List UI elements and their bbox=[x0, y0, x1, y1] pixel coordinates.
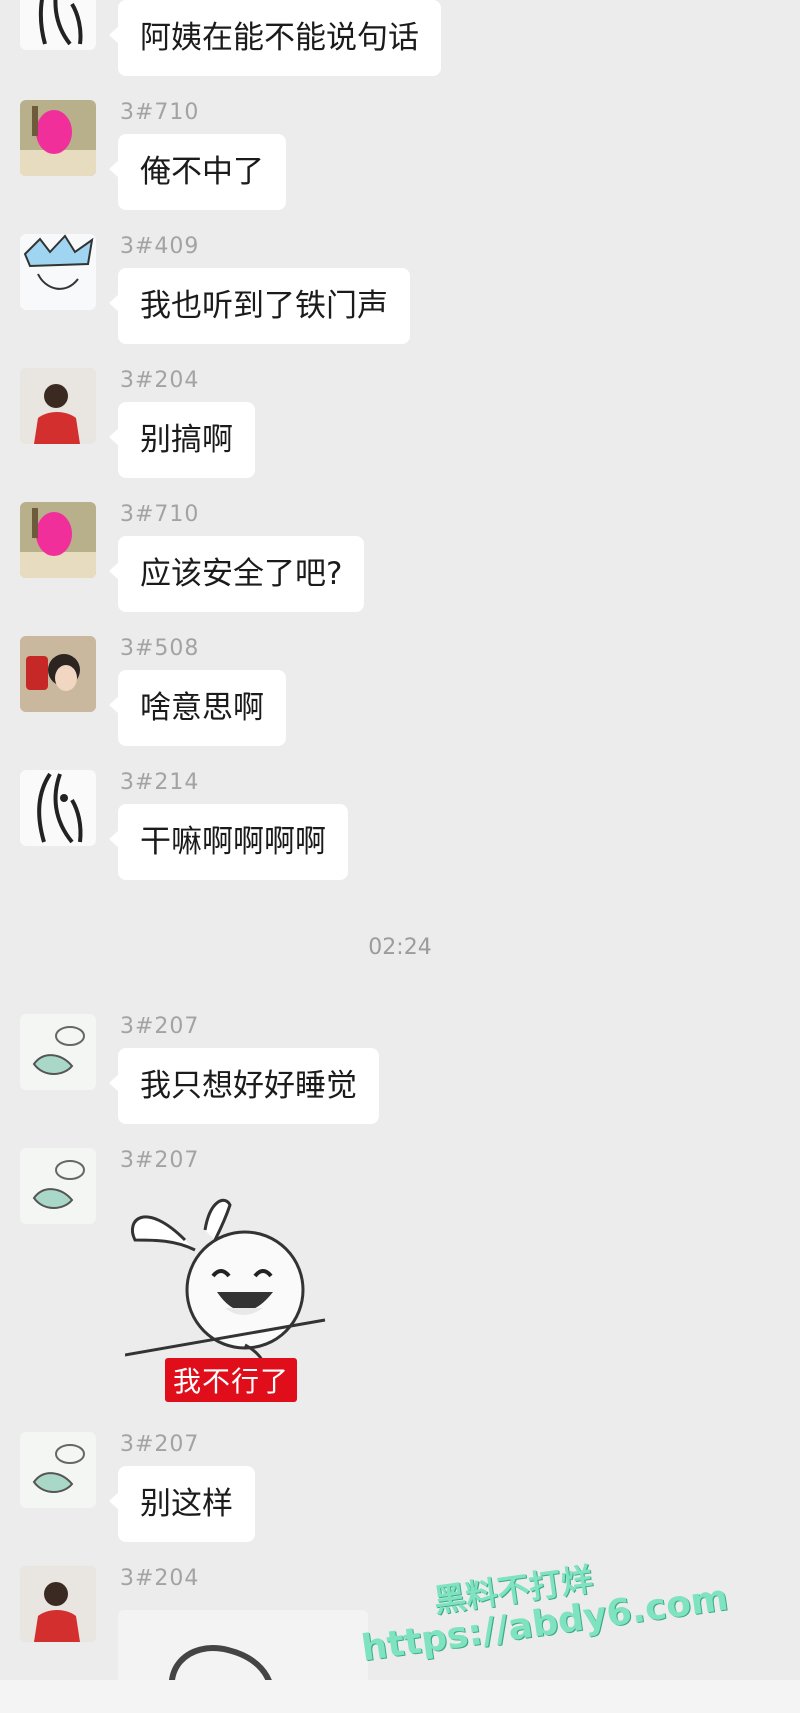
bottom-bar bbox=[0, 1680, 800, 1713]
sender-name: 3#710 bbox=[120, 502, 200, 527]
chat-timestamp: 02:24 bbox=[368, 935, 432, 960]
sleep-sketch-avatar[interactable] bbox=[20, 1148, 96, 1224]
anime-boy-avatar[interactable] bbox=[20, 234, 96, 310]
red-jacket-avatar[interactable] bbox=[20, 1566, 96, 1642]
sleep-sketch-avatar[interactable] bbox=[20, 1432, 96, 1508]
sticker-caption: 我不行了 bbox=[165, 1358, 298, 1402]
sender-name: 3#207 bbox=[120, 1432, 200, 1457]
message-bubble[interactable]: 干嘛啊啊啊啊 bbox=[109, 804, 348, 880]
sender-name: 3#508 bbox=[120, 636, 200, 661]
sender-name: 3#710 bbox=[120, 100, 200, 125]
sender-name: 3#207 bbox=[120, 1148, 200, 1173]
message-bubble[interactable]: 我只想好好睡觉 bbox=[109, 1048, 379, 1124]
sender-name: 3#204 bbox=[120, 1566, 200, 1591]
sleep-sketch-avatar[interactable] bbox=[20, 1014, 96, 1090]
sender-name: 3#204 bbox=[120, 368, 200, 393]
pink-mask-avatar[interactable] bbox=[20, 100, 96, 176]
message-bubble[interactable]: 别搞啊 bbox=[109, 402, 255, 478]
pink-mask-avatar[interactable] bbox=[20, 502, 96, 578]
message-bubble[interactable]: 我也听到了铁门声 bbox=[109, 268, 410, 344]
sender-name: 3#409 bbox=[120, 234, 200, 259]
woman-photo-avatar[interactable] bbox=[20, 636, 96, 712]
red-jacket-avatar[interactable] bbox=[20, 368, 96, 444]
message-bubble[interactable]: 俺不中了 bbox=[109, 134, 286, 210]
message-bubble[interactable]: 阿姨在能不能说句话 bbox=[109, 0, 441, 76]
ink-girl-avatar[interactable] bbox=[20, 770, 96, 846]
message-bubble[interactable]: 应该安全了吧? bbox=[108, 536, 365, 612]
message-bubble[interactable]: 啥意思啊 bbox=[109, 670, 286, 746]
message-bubble[interactable]: 别这样 bbox=[109, 1466, 255, 1542]
ink-girl-avatar[interactable] bbox=[20, 0, 96, 50]
sender-name: 3#207 bbox=[120, 1014, 200, 1039]
sender-name: 3#214 bbox=[120, 770, 200, 795]
